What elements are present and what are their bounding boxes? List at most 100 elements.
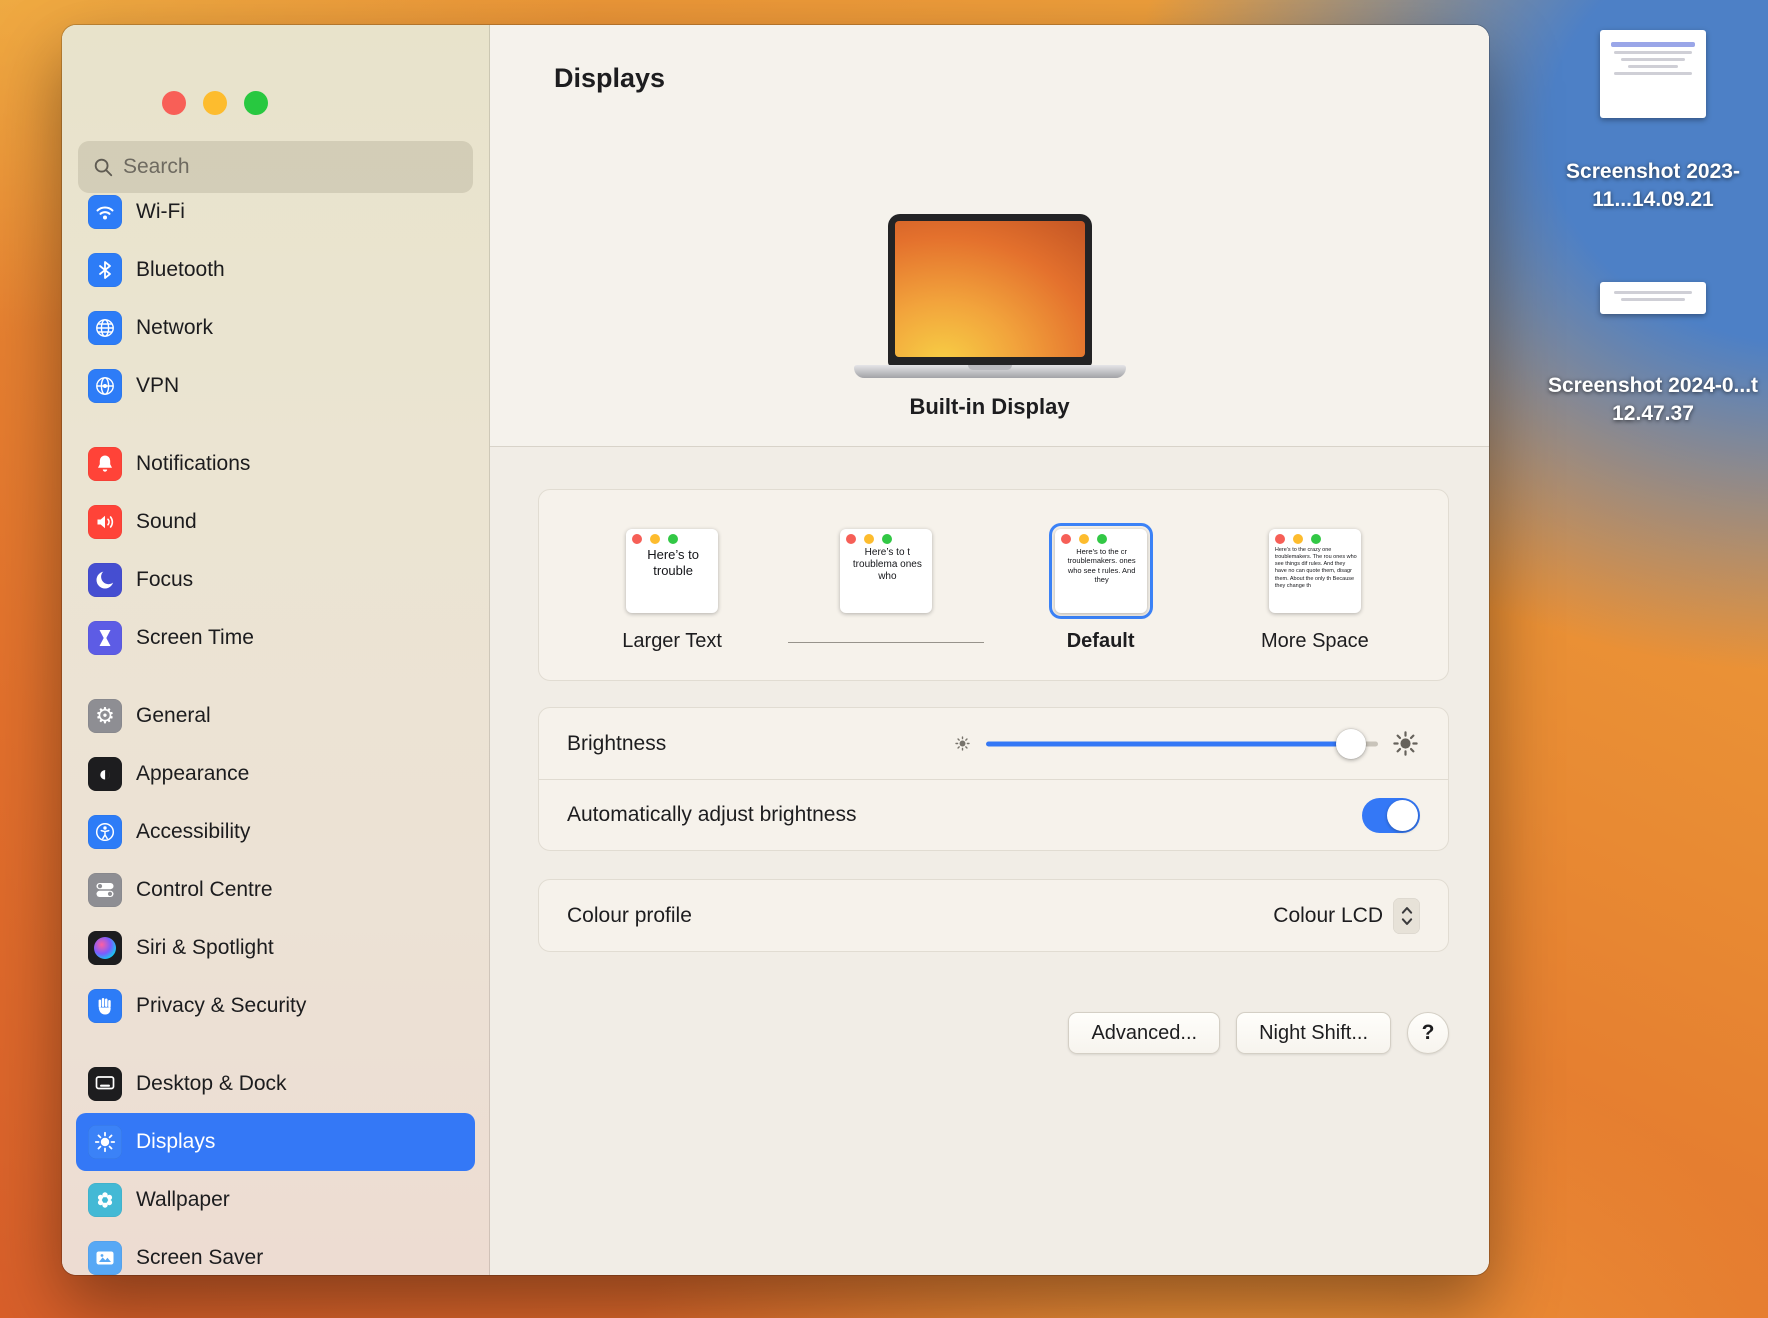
desktop-file-label: Screenshot 2023-11...14.09.21 bbox=[1566, 160, 1740, 212]
photo-icon bbox=[88, 1241, 122, 1275]
window-controls bbox=[62, 25, 489, 115]
page-title: Displays bbox=[554, 63, 666, 93]
vpn-globe-icon bbox=[88, 369, 122, 403]
sidebar-item-siri-spotlight[interactable]: Siri & Spotlight bbox=[76, 919, 475, 977]
sidebar-item-label: Sound bbox=[136, 510, 197, 533]
auto-brightness-row: Automatically adjust brightness bbox=[539, 779, 1448, 850]
sidebar-item-label: Appearance bbox=[136, 762, 250, 785]
sidebar-item-label: Wallpaper bbox=[136, 1188, 230, 1211]
night-shift-button[interactable]: Night Shift... bbox=[1236, 1012, 1391, 1054]
bluetooth-icon bbox=[88, 253, 122, 287]
sidebar-item-vpn[interactable]: VPN bbox=[76, 357, 475, 415]
resolution-option-2[interactable]: Here’s to t troublema ones who bbox=[786, 526, 986, 654]
resolution-option-label: Larger Text bbox=[622, 630, 722, 652]
sidebar-item-label: Network bbox=[136, 316, 214, 339]
sidebar-item-notifications[interactable]: Notifications bbox=[76, 435, 475, 493]
brightness-row: Brightness bbox=[539, 708, 1448, 779]
search-input[interactable] bbox=[123, 155, 459, 179]
resolution-thumbnail: Here’s to the crazy one troublemakers. T… bbox=[1268, 529, 1361, 613]
brightness-card: Brightness Automatically adjust brightne… bbox=[538, 707, 1449, 851]
display-header: Displays Built-in Display bbox=[490, 25, 1489, 447]
resolution-option-more-space[interactable]: Here’s to the crazy one troublemakers. T… bbox=[1215, 526, 1415, 654]
speaker-icon bbox=[88, 505, 122, 539]
sidebar-item-wallpaper[interactable]: Wallpaper bbox=[76, 1171, 475, 1229]
brightness-slider[interactable] bbox=[986, 728, 1378, 760]
search-icon bbox=[94, 158, 113, 177]
search-field[interactable] bbox=[78, 141, 473, 193]
zoom-button[interactable] bbox=[244, 91, 268, 115]
flower-icon bbox=[88, 1183, 122, 1217]
hourglass-icon bbox=[88, 621, 122, 655]
auto-brightness-toggle[interactable] bbox=[1362, 797, 1420, 833]
wifi-icon bbox=[88, 195, 122, 229]
colour-profile-label: Colour profile bbox=[567, 903, 692, 927]
sidebar: Wi-Fi Bluetooth Network VPN bbox=[62, 25, 490, 1275]
sidebar-item-label: Displays bbox=[136, 1130, 216, 1153]
sidebar-list: Wi-Fi Bluetooth Network VPN Notification… bbox=[62, 193, 489, 1275]
resolution-thumbnail: Here’s to trouble bbox=[626, 529, 719, 613]
colour-profile-select[interactable]: Colour LCD bbox=[1273, 897, 1420, 934]
sidebar-item-privacy-security[interactable]: Privacy & Security bbox=[76, 977, 475, 1035]
sidebar-item-label: Desktop & Dock bbox=[136, 1072, 287, 1095]
siri-orb-icon bbox=[88, 931, 122, 965]
brightness-slider-knob[interactable] bbox=[1335, 728, 1366, 759]
sidebar-item-bluetooth[interactable]: Bluetooth bbox=[76, 241, 475, 299]
sidebar-item-network[interactable]: Network bbox=[76, 299, 475, 357]
auto-brightness-label: Automatically adjust brightness bbox=[567, 803, 857, 826]
sidebar-item-label: Screen Saver bbox=[136, 1246, 264, 1269]
resolution-option-default[interactable]: Here’s to the cr troublemakers. ones who… bbox=[1001, 526, 1201, 654]
sidebar-item-label: VPN bbox=[136, 374, 180, 397]
macbook-illustration: Built-in Display bbox=[853, 214, 1126, 446]
sidebar-item-control-centre[interactable]: Control Centre bbox=[76, 861, 475, 919]
sidebar-item-focus[interactable]: Focus bbox=[76, 551, 475, 609]
stepper-icon[interactable] bbox=[1393, 897, 1420, 934]
colour-profile-card: Colour profile Colour LCD bbox=[538, 879, 1449, 952]
help-button[interactable]: ? bbox=[1407, 1012, 1449, 1054]
desktop-file-screenshot-2[interactable]: Screenshot 2024-0...t 12.47.37 bbox=[1538, 282, 1768, 429]
displays-pane: Displays Built-in Display Here’s to trou… bbox=[490, 25, 1489, 1275]
sidebar-item-general[interactable]: ⚙ General bbox=[76, 687, 475, 745]
half-circle-icon: ◐ bbox=[88, 757, 122, 791]
advanced-button[interactable]: Advanced... bbox=[1068, 1012, 1221, 1054]
colour-profile-value: Colour LCD bbox=[1273, 903, 1383, 927]
sidebar-item-screen-time[interactable]: Screen Time bbox=[76, 609, 475, 667]
moon-icon bbox=[88, 563, 122, 597]
file-thumbnail-icon bbox=[1600, 282, 1706, 314]
desktop-dock-icon bbox=[88, 1067, 122, 1101]
sun-display-icon bbox=[88, 1125, 122, 1159]
sidebar-item-accessibility[interactable]: Accessibility bbox=[76, 803, 475, 861]
network-globe-icon bbox=[88, 311, 122, 345]
sidebar-item-desktop-dock[interactable]: Desktop & Dock bbox=[76, 1055, 475, 1113]
sidebar-item-label: General bbox=[136, 704, 211, 727]
sidebar-item-label: Bluetooth bbox=[136, 258, 225, 281]
sidebar-item-label: Siri & Spotlight bbox=[136, 936, 274, 959]
display-name: Built-in Display bbox=[909, 394, 1070, 419]
sidebar-item-label: Notifications bbox=[136, 452, 251, 475]
close-button[interactable] bbox=[162, 91, 186, 115]
macbook-base bbox=[853, 365, 1126, 378]
sidebar-item-wifi[interactable]: Wi-Fi bbox=[76, 193, 475, 241]
resolution-picker: Here’s to trouble Larger Text Here’s to … bbox=[538, 489, 1449, 681]
sidebar-item-label: Screen Time bbox=[136, 626, 254, 649]
toggles-icon bbox=[88, 873, 122, 907]
sidebar-item-displays[interactable]: Displays bbox=[76, 1113, 475, 1171]
minimize-button[interactable] bbox=[203, 91, 227, 115]
sidebar-item-label: Accessibility bbox=[136, 820, 251, 843]
brightness-low-icon bbox=[955, 736, 970, 751]
macbook-screen bbox=[887, 214, 1092, 366]
sidebar-item-appearance[interactable]: ◐ Appearance bbox=[76, 745, 475, 803]
desktop-file-screenshot-1[interactable]: Screenshot 2023-11...14.09.21 bbox=[1538, 30, 1768, 215]
brightness-high-icon bbox=[1393, 731, 1418, 756]
file-thumbnail-icon bbox=[1600, 30, 1706, 118]
sidebar-item-label: Wi-Fi bbox=[136, 200, 185, 223]
desktop-file-label: Screenshot 2024-0...t 12.47.37 bbox=[1547, 374, 1759, 426]
colour-profile-row: Colour profile Colour LCD bbox=[539, 880, 1448, 951]
sidebar-item-label: Control Centre bbox=[136, 878, 273, 901]
resolution-option-larger-text[interactable]: Here’s to trouble Larger Text bbox=[572, 526, 772, 654]
sidebar-item-sound[interactable]: Sound bbox=[76, 493, 475, 551]
sidebar-item-label: Privacy & Security bbox=[136, 994, 307, 1017]
resolution-option-label: Default bbox=[1066, 630, 1135, 652]
brightness-label: Brightness bbox=[567, 731, 667, 755]
brightness-slider-fill bbox=[986, 741, 1351, 746]
sidebar-item-screen-saver[interactable]: Screen Saver bbox=[76, 1229, 475, 1275]
